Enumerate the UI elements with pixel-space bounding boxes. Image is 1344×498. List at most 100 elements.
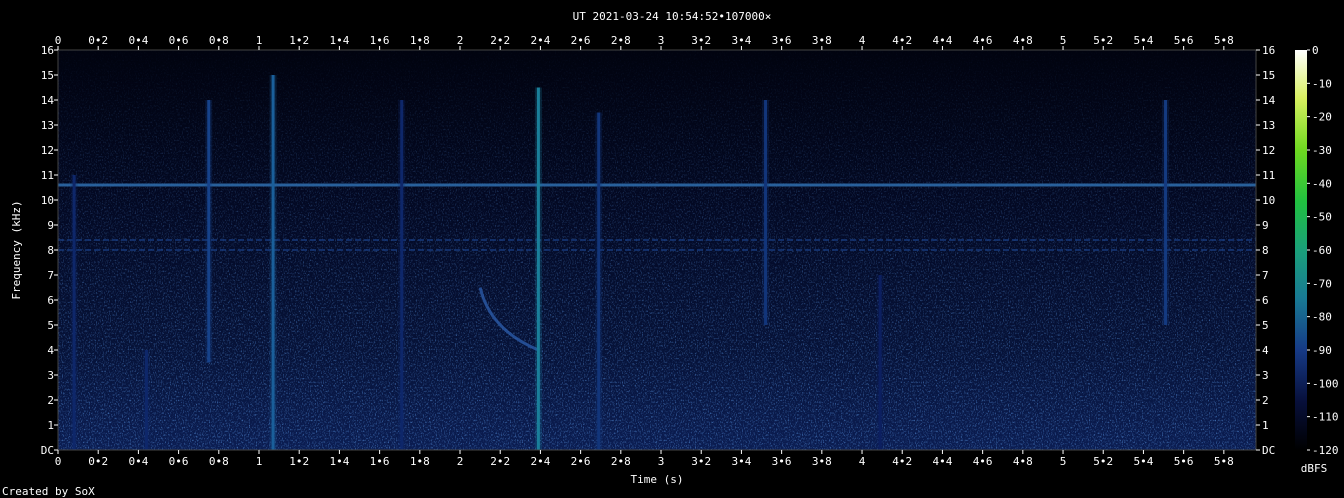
y-tick-label-right: 5 bbox=[1262, 319, 1269, 332]
x-tick-label-bottom: 1•6 bbox=[370, 455, 390, 468]
x-tick-label-top: 4•4 bbox=[932, 34, 952, 47]
x-tick-label-bottom: 1•4 bbox=[329, 455, 349, 468]
colorbar-tick-label: -100 bbox=[1312, 377, 1339, 390]
x-tick-label-top: 3•2 bbox=[691, 34, 711, 47]
x-tick-label-top: 0•8 bbox=[209, 34, 229, 47]
y-tick-label-right: 15 bbox=[1262, 69, 1275, 82]
y-tick-label-left: 16 bbox=[41, 44, 54, 57]
x-tick-label-bottom: 2•8 bbox=[611, 455, 631, 468]
x-tick-label-bottom: 5•6 bbox=[1174, 455, 1194, 468]
y-tick-label-right: 16 bbox=[1262, 44, 1275, 57]
x-tick-label-top: 1•2 bbox=[289, 34, 309, 47]
x-tick-label-bottom: 5•2 bbox=[1093, 455, 1113, 468]
x-tick-label-bottom: 3•6 bbox=[772, 455, 792, 468]
colorbar-tick-label: -40 bbox=[1312, 177, 1332, 190]
x-tick-label-bottom: 4•2 bbox=[892, 455, 912, 468]
x-tick-label-top: 1•6 bbox=[370, 34, 390, 47]
colorbar-tick-label: -30 bbox=[1312, 144, 1332, 157]
x-tick-label-top: 5•2 bbox=[1093, 34, 1113, 47]
y-tick-label-right: 12 bbox=[1262, 144, 1275, 157]
x-tick-label-bottom: 1•2 bbox=[289, 455, 309, 468]
x-tick-label-bottom: 1 bbox=[256, 455, 263, 468]
spectrogram-chart: 000•20•20•40•40•60•60•80•8111•21•21•41•4… bbox=[2, 10, 1339, 498]
x-tick-label-bottom: 1•8 bbox=[410, 455, 430, 468]
x-tick-label-top: 0 bbox=[55, 34, 62, 47]
x-tick-label-bottom: 0•2 bbox=[88, 455, 108, 468]
colorbar-tick-label: -80 bbox=[1312, 311, 1332, 324]
x-tick-label-bottom: 0•8 bbox=[209, 455, 229, 468]
x-tick-label-top: 4 bbox=[859, 34, 866, 47]
y-tick-label-right: 3 bbox=[1262, 369, 1269, 382]
x-tick-label-top: 2 bbox=[457, 34, 464, 47]
x-tick-label-top: 1•4 bbox=[329, 34, 349, 47]
colorbar-tick-label: -20 bbox=[1312, 111, 1332, 124]
y-tick-label-left: 12 bbox=[41, 144, 54, 157]
x-tick-label-top: 3•4 bbox=[731, 34, 751, 47]
x-tick-label-top: 4•6 bbox=[973, 34, 993, 47]
y-tick-label-left: 9 bbox=[47, 219, 54, 232]
x-tick-label-bottom: 0•4 bbox=[128, 455, 148, 468]
x-tick-label-bottom: 0•6 bbox=[169, 455, 189, 468]
x-tick-label-top: 5 bbox=[1060, 34, 1067, 47]
colorbar-tick-label: -90 bbox=[1312, 344, 1332, 357]
x-tick-label-bottom: 3•2 bbox=[691, 455, 711, 468]
y-tick-label-left: 2 bbox=[47, 394, 54, 407]
colorbar-tick-label: -50 bbox=[1312, 211, 1332, 224]
x-tick-label-bottom: 4 bbox=[859, 455, 866, 468]
x-tick-label-bottom: 4•4 bbox=[932, 455, 952, 468]
x-tick-label-bottom: 2•2 bbox=[490, 455, 510, 468]
y-tick-label-left: 3 bbox=[47, 369, 54, 382]
x-tick-label-top: 1•8 bbox=[410, 34, 430, 47]
x-tick-label-top: 4•8 bbox=[1013, 34, 1033, 47]
x-tick-label-bottom: 4•6 bbox=[973, 455, 993, 468]
x-tick-label-top: 3 bbox=[658, 34, 665, 47]
y-tick-label-right: 10 bbox=[1262, 194, 1275, 207]
y-tick-label-left: 14 bbox=[41, 94, 55, 107]
colorbar-tick-label: -110 bbox=[1312, 411, 1339, 424]
x-tick-label-top: 4•2 bbox=[892, 34, 912, 47]
x-tick-label-bottom: 5 bbox=[1060, 455, 1067, 468]
x-tick-label-bottom: 2 bbox=[457, 455, 464, 468]
y-tick-label-left: 7 bbox=[47, 269, 54, 282]
colorbar-tick-label: -70 bbox=[1312, 277, 1332, 290]
x-tick-label-top: 2•6 bbox=[571, 34, 591, 47]
x-tick-label-top: 2•4 bbox=[530, 34, 550, 47]
x-tick-label-top: 0•2 bbox=[88, 34, 108, 47]
x-tick-label-bottom: 3 bbox=[658, 455, 665, 468]
y-tick-label-right: 7 bbox=[1262, 269, 1269, 282]
chart-title: UT 2021-03-24 10:54:52•107000× bbox=[573, 10, 772, 23]
x-tick-label-top: 3•8 bbox=[812, 34, 832, 47]
colorbar-label: dBFS bbox=[1301, 462, 1328, 475]
y-tick-label-left: 10 bbox=[41, 194, 54, 207]
colorbar-tick-label: -10 bbox=[1312, 77, 1332, 90]
footer-credit: Created by SoX bbox=[2, 485, 95, 498]
y-tick-label-right: 8 bbox=[1262, 244, 1269, 257]
x-tick-label-top: 5•6 bbox=[1174, 34, 1194, 47]
x-axis-label: Time (s) bbox=[631, 473, 684, 486]
y-tick-label-left: 5 bbox=[47, 319, 54, 332]
y-axis-label: Frequency (kHz) bbox=[10, 200, 23, 299]
y-tick-label-left: 1 bbox=[47, 419, 54, 432]
x-tick-label-bottom: 3•4 bbox=[731, 455, 751, 468]
y-tick-label-left: 11 bbox=[41, 169, 54, 182]
x-tick-label-bottom: 4•8 bbox=[1013, 455, 1033, 468]
x-tick-label-top: 5•4 bbox=[1133, 34, 1153, 47]
colorbar-tick-labels: 0 -10 -20 -30 -40 -50 -60 -70 -80 -90 -100 -110 -120 bbox=[1307, 44, 1339, 457]
x-tick-label-top: 1 bbox=[256, 34, 263, 47]
y-tick-label-right: 9 bbox=[1262, 219, 1269, 232]
colorbar bbox=[1295, 50, 1307, 450]
x-tick-label-top: 3•6 bbox=[772, 34, 792, 47]
y-tick-label-left: 6 bbox=[47, 294, 54, 307]
y-tick-label-left: DC bbox=[41, 444, 54, 457]
y-tick-label-right: 2 bbox=[1262, 394, 1269, 407]
x-tick-label-top: 0•4 bbox=[128, 34, 148, 47]
y-tick-label-right: 14 bbox=[1262, 94, 1276, 107]
y-tick-label-right: 4 bbox=[1262, 344, 1269, 357]
x-tick-label-top: 2•2 bbox=[490, 34, 510, 47]
colorbar-tick-label: -120 bbox=[1312, 444, 1339, 457]
colorbar-tick-label: 0 bbox=[1312, 44, 1319, 57]
x-tick-label-bottom: 0 bbox=[55, 455, 62, 468]
y-tick-label-left: 15 bbox=[41, 69, 54, 82]
x-tick-label-top: 0•6 bbox=[169, 34, 189, 47]
y-tick-label-right: 6 bbox=[1262, 294, 1269, 307]
